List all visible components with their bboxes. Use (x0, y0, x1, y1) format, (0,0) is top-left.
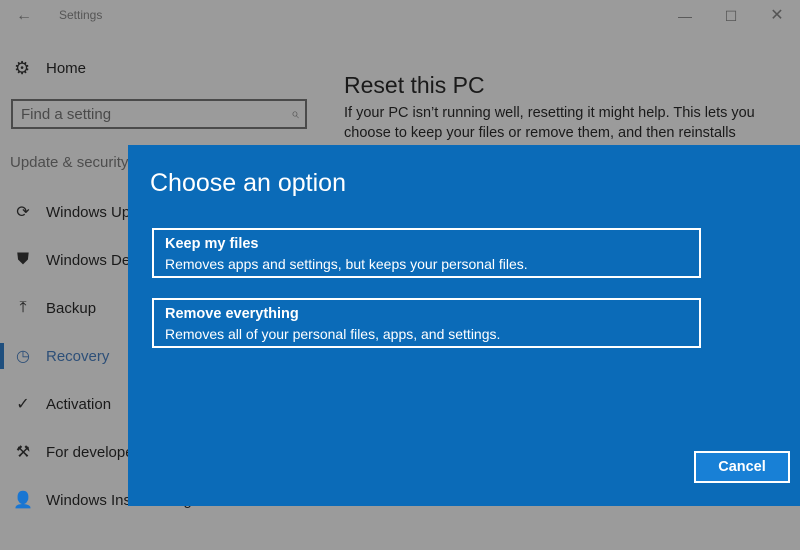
search-input[interactable] (21, 104, 271, 124)
option-title: Remove everything (165, 306, 299, 322)
back-arrow-icon[interactable]: ← (14, 6, 34, 26)
search-box[interactable]: ⌕ (11, 99, 307, 129)
home-link[interactable]: ⚙ Home (14, 56, 86, 80)
sidebar-item-label: Activation (46, 395, 112, 413)
history-icon: ◷ (16, 348, 30, 365)
option-title: Keep my files (165, 236, 259, 252)
choose-option-dialog: Choose an option Keep my files Removes a… (128, 145, 800, 506)
developer-tools-icon: ⚒ (15, 444, 31, 461)
refresh-icon: ⟳ (16, 204, 30, 221)
cancel-button[interactable]: Cancel (694, 451, 790, 483)
page-title: Reset this PC (344, 72, 485, 99)
search-icon[interactable]: ⌕ (291, 105, 299, 122)
sidebar-item-label: Backup (46, 299, 97, 317)
upload-arrow-icon: ⤒ (19, 299, 27, 316)
page-description: If your PC isn’t running well, resetting… (344, 105, 755, 141)
check-circle-icon: ✓ (16, 396, 30, 413)
selection-indicator (0, 343, 4, 369)
sidebar-item-label: Recovery (46, 347, 110, 365)
minimize-button[interactable]: — (670, 6, 700, 26)
option-description: Removes apps and settings, but keeps you… (165, 256, 528, 272)
app-title: Settings (59, 8, 103, 22)
section-heading: Update & security (10, 154, 129, 171)
insider-person-icon: 👤 (13, 492, 33, 509)
home-label: Home (46, 59, 87, 77)
dialog-title: Choose an option (150, 169, 346, 197)
title-bar: ← Settings — ☐ ✕ (0, 0, 800, 32)
gear-icon: ⚙ (14, 58, 31, 78)
maximize-button[interactable]: ☐ (716, 6, 746, 26)
close-button[interactable]: ✕ (762, 6, 792, 26)
option-description: Removes all of your personal files, apps… (165, 326, 501, 342)
keep-my-files-option[interactable]: Keep my files Removes apps and settings,… (152, 228, 701, 278)
remove-everything-option[interactable]: Remove everything Removes all of your pe… (152, 298, 701, 348)
shield-icon: ⛊ (16, 251, 29, 268)
